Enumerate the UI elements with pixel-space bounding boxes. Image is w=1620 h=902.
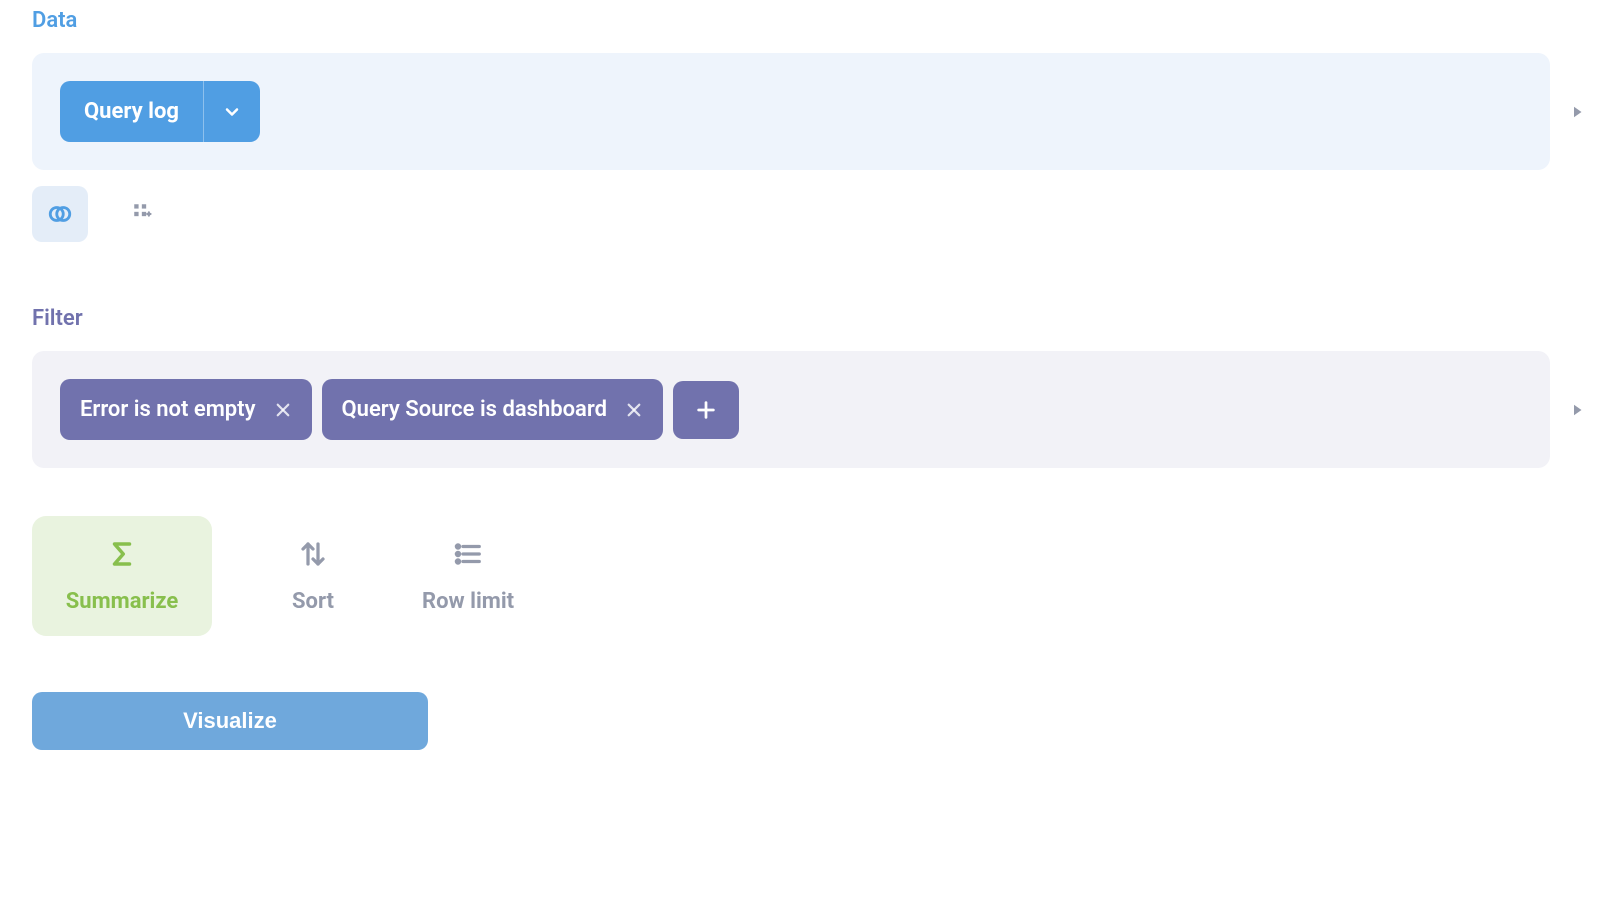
filter-row: Error is not empty Query Source is dashb… — [32, 351, 1588, 468]
data-tools-row — [32, 186, 1588, 242]
expand-filter-icon[interactable] — [1566, 399, 1588, 421]
close-icon[interactable] — [274, 401, 292, 419]
sort-label: Sort — [292, 589, 334, 614]
filter-chip-label: Query Source is dashboard — [342, 397, 607, 422]
summarize-label: Summarize — [66, 589, 179, 614]
data-source-pill[interactable]: Query log — [60, 81, 260, 142]
list-icon — [453, 539, 483, 573]
filter-chip-label: Error is not empty — [80, 397, 256, 422]
row-limit-button[interactable]: Row limit — [414, 516, 522, 636]
data-heading: Data — [32, 8, 1588, 33]
filter-heading: Filter — [32, 306, 1588, 331]
visualize-button[interactable]: Visualize — [32, 692, 428, 750]
close-icon[interactable] — [625, 401, 643, 419]
filter-panel: Error is not empty Query Source is dashb… — [32, 351, 1550, 468]
data-row: Query log — [32, 53, 1588, 170]
expand-data-icon[interactable] — [1566, 101, 1588, 123]
row-limit-label: Row limit — [422, 589, 514, 614]
chevron-down-icon[interactable] — [203, 81, 260, 142]
add-filter-button[interactable] — [673, 381, 739, 439]
join-data-button[interactable] — [32, 186, 88, 242]
data-source-label: Query log — [60, 81, 203, 142]
filter-chip[interactable]: Error is not empty — [60, 379, 312, 440]
filter-chip[interactable]: Query Source is dashboard — [322, 379, 663, 440]
data-panel: Query log — [32, 53, 1550, 170]
sort-icon — [298, 539, 328, 573]
summarize-button[interactable]: Summarize — [32, 516, 212, 636]
sort-button[interactable]: Sort — [284, 516, 342, 636]
sigma-icon — [107, 539, 137, 573]
custom-column-button[interactable] — [116, 186, 172, 242]
action-tiles-row: Summarize Sort Row limit — [32, 516, 1588, 636]
